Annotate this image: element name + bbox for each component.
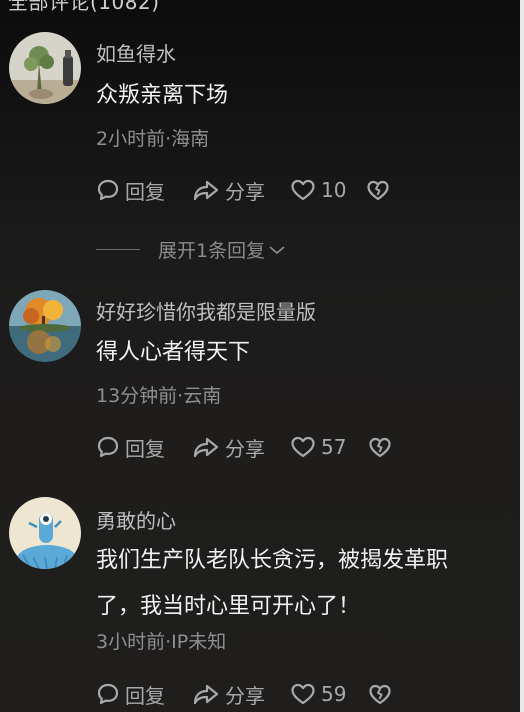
like-button[interactable]: 57 xyxy=(290,432,346,462)
like-count: 59 xyxy=(321,682,347,706)
dislike-button[interactable] xyxy=(368,432,392,462)
share-button[interactable]: 分享 xyxy=(192,175,265,205)
comment-content: 众叛亲离下场 xyxy=(96,83,229,108)
share-button[interactable]: 分享 xyxy=(192,432,265,462)
scrollbar[interactable] xyxy=(520,0,524,712)
like-count: 57 xyxy=(321,435,347,459)
speech-bubble-icon xyxy=(96,178,120,202)
comment-meta: 13分钟前·云南 xyxy=(96,385,222,407)
speech-bubble-icon xyxy=(96,682,120,706)
avatar[interactable] xyxy=(9,32,81,104)
comment-username[interactable]: 好好珍惜你我都是限量版 xyxy=(96,296,316,325)
comment-actions: 回复 分享 57 xyxy=(96,432,406,462)
share-label: 分享 xyxy=(225,436,265,461)
share-label: 分享 xyxy=(225,683,265,708)
broken-heart-icon xyxy=(366,178,390,202)
share-arrow-icon xyxy=(192,435,220,459)
reply-label: 回复 xyxy=(125,436,165,461)
comments-page: 全部评论(1082) 如鱼得水 众叛亲离下场 2小时前·海南 回复 分享 10 … xyxy=(0,0,524,712)
broken-heart-icon xyxy=(368,682,392,706)
comment-username[interactable]: 勇敢的心 xyxy=(96,505,176,534)
broken-heart-icon xyxy=(368,435,392,459)
dislike-button[interactable] xyxy=(368,679,392,709)
heart-icon xyxy=(290,682,316,706)
comment-content-line: 了，我当时心里可开心了！ xyxy=(96,594,361,619)
comment-actions: 回复 分享 59 xyxy=(96,679,406,709)
share-arrow-icon xyxy=(192,682,220,706)
comment-meta: 3小时前·IP未知 xyxy=(96,631,227,653)
heart-icon xyxy=(290,178,316,202)
reply-label: 回复 xyxy=(125,683,165,708)
share-arrow-icon xyxy=(192,178,220,202)
expand-replies-label: 展开1条回复 xyxy=(158,240,266,262)
comment-content: 得人心者得天下 xyxy=(96,340,251,365)
comment-content: 我们生产队老队长贪污，被揭发革职 了，我当时心里可开心了！ xyxy=(96,538,496,630)
comment-item: 如鱼得水 众叛亲离下场 2小时前·海南 回复 分享 10 展开1条回复 xyxy=(0,0,520,270)
avatar[interactable] xyxy=(9,497,81,569)
avatar[interactable] xyxy=(9,290,81,362)
heart-icon xyxy=(290,435,316,459)
speech-bubble-icon xyxy=(96,435,120,459)
like-button[interactable]: 59 xyxy=(290,679,346,709)
like-button[interactable]: 10 xyxy=(290,175,346,205)
comment-actions: 回复 分享 10 xyxy=(96,175,406,205)
like-count: 10 xyxy=(321,178,347,202)
expand-replies-button[interactable]: 展开1条回复 xyxy=(96,236,286,263)
divider-line xyxy=(96,249,140,250)
share-label: 分享 xyxy=(225,179,265,204)
comment-content-line: 我们生产队老队长贪污，被揭发革职 xyxy=(96,548,449,573)
reply-button[interactable]: 回复 xyxy=(96,432,165,462)
reply-button[interactable]: 回复 xyxy=(96,679,165,709)
dislike-button[interactable] xyxy=(366,175,390,205)
comment-meta: 2小时前·海南 xyxy=(96,128,210,150)
reply-label: 回复 xyxy=(125,179,165,204)
comment-username[interactable]: 如鱼得水 xyxy=(96,38,176,67)
share-button[interactable]: 分享 xyxy=(192,679,265,709)
chevron-down-icon xyxy=(268,244,286,256)
reply-button[interactable]: 回复 xyxy=(96,175,165,205)
